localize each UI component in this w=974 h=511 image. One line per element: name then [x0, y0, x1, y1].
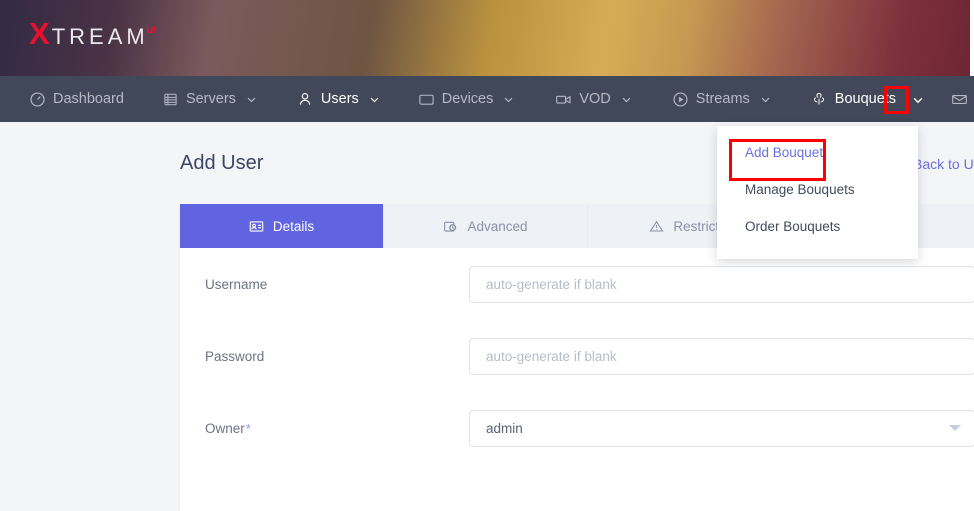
application-window: X TREAM UI Dashboard Servers Users Devic…: [0, 0, 974, 511]
gauge-icon: [29, 91, 46, 108]
form-row-password: Password auto-generate if blank: [180, 320, 974, 392]
nav-item-users[interactable]: Users: [297, 76, 380, 122]
menu-label-order-bouquets: Order Bouquets: [745, 219, 841, 234]
nav-item-streams[interactable]: Streams: [672, 76, 771, 122]
nav-item-vod[interactable]: VOD: [555, 76, 631, 122]
chevron-down-icon[interactable]: [503, 94, 514, 105]
sliders-icon: [443, 219, 458, 234]
nav-item-devices[interactable]: Devices: [418, 76, 515, 122]
label-username: Username: [205, 276, 268, 292]
username-placeholder: auto-generate if blank: [486, 276, 617, 292]
main-navigation: Dashboard Servers Users Devices VOD Stre…: [0, 76, 974, 122]
chevron-down-icon[interactable]: [949, 425, 961, 431]
chevron-down-icon[interactable]: [760, 94, 771, 105]
nav-label-servers: Servers: [185, 91, 236, 107]
menu-label-add-bouquet: Add Bouquet: [745, 145, 824, 160]
tab-details[interactable]: Details: [180, 204, 384, 248]
tab-label-advanced: Advanced: [467, 218, 528, 234]
menu-item-order-bouquets[interactable]: Order Bouquets: [717, 208, 918, 245]
label-owner-text: Owner: [205, 420, 245, 436]
nav-label-dashboard: Dashboard: [53, 91, 124, 107]
nav-label-users: Users: [320, 91, 359, 107]
nav-item-bouquets[interactable]: Bouquets: [811, 76, 923, 122]
password-placeholder: auto-generate if blank: [486, 348, 617, 364]
video-icon: [555, 91, 572, 108]
chevron-down-icon[interactable]: [912, 94, 923, 105]
nav-item-tickets[interactable]: Ti: [951, 76, 974, 122]
menu-label-manage-bouquets: Manage Bouquets: [745, 182, 855, 197]
flower-icon: [811, 91, 828, 108]
password-input[interactable]: auto-generate if blank: [469, 337, 974, 375]
label-password: Password: [205, 348, 265, 364]
logo-x-letter: X: [29, 16, 50, 51]
header-right-edge: [970, 0, 974, 76]
logo-tream-text: TREAM: [51, 24, 149, 49]
brand-header: X TREAM UI: [0, 0, 974, 76]
username-input[interactable]: auto-generate if blank: [469, 265, 974, 303]
chevron-down-icon[interactable]: [369, 94, 380, 105]
user-icon: [297, 91, 314, 108]
warning-icon: [649, 219, 664, 234]
id-card-icon: [249, 219, 264, 234]
required-marker: *: [245, 420, 251, 436]
nav-label-streams: Streams: [695, 91, 750, 107]
tab-label-details: Details: [272, 218, 315, 234]
logo-ui-superscript: UI: [146, 25, 157, 35]
label-owner: Owner*: [205, 421, 469, 436]
play-circle-icon: [672, 91, 689, 108]
xtream-ui-logo[interactable]: X TREAM UI: [29, 18, 159, 49]
nav-item-dashboard[interactable]: Dashboard: [29, 76, 124, 122]
nav-label-bouquets: Bouquets: [834, 91, 897, 107]
nav-item-servers[interactable]: Servers: [162, 76, 257, 122]
page-title: Add User: [180, 152, 264, 174]
form-row-owner: Owner* admin: [180, 392, 974, 464]
chevron-down-icon[interactable]: [621, 94, 632, 105]
nav-label-devices: Devices: [441, 91, 494, 107]
add-user-form: Username auto-generate if blank Password…: [180, 248, 974, 464]
back-to-users-link[interactable]: Back to Us: [913, 156, 974, 172]
menu-item-add-bouquet[interactable]: Add Bouquet: [717, 134, 918, 171]
envelope-icon: [951, 91, 968, 108]
owner-selected-value: admin: [486, 420, 523, 436]
server-icon: [162, 91, 179, 108]
nav-label-vod: VOD: [579, 91, 611, 107]
owner-select[interactable]: admin: [469, 409, 974, 447]
chevron-down-icon[interactable]: [246, 94, 257, 105]
device-icon: [418, 91, 435, 108]
menu-item-manage-bouquets[interactable]: Manage Bouquets: [717, 171, 918, 208]
tab-advanced[interactable]: Advanced: [384, 204, 588, 248]
bouquets-dropdown-menu: Add Bouquet Manage Bouquets Order Bouque…: [717, 126, 918, 259]
